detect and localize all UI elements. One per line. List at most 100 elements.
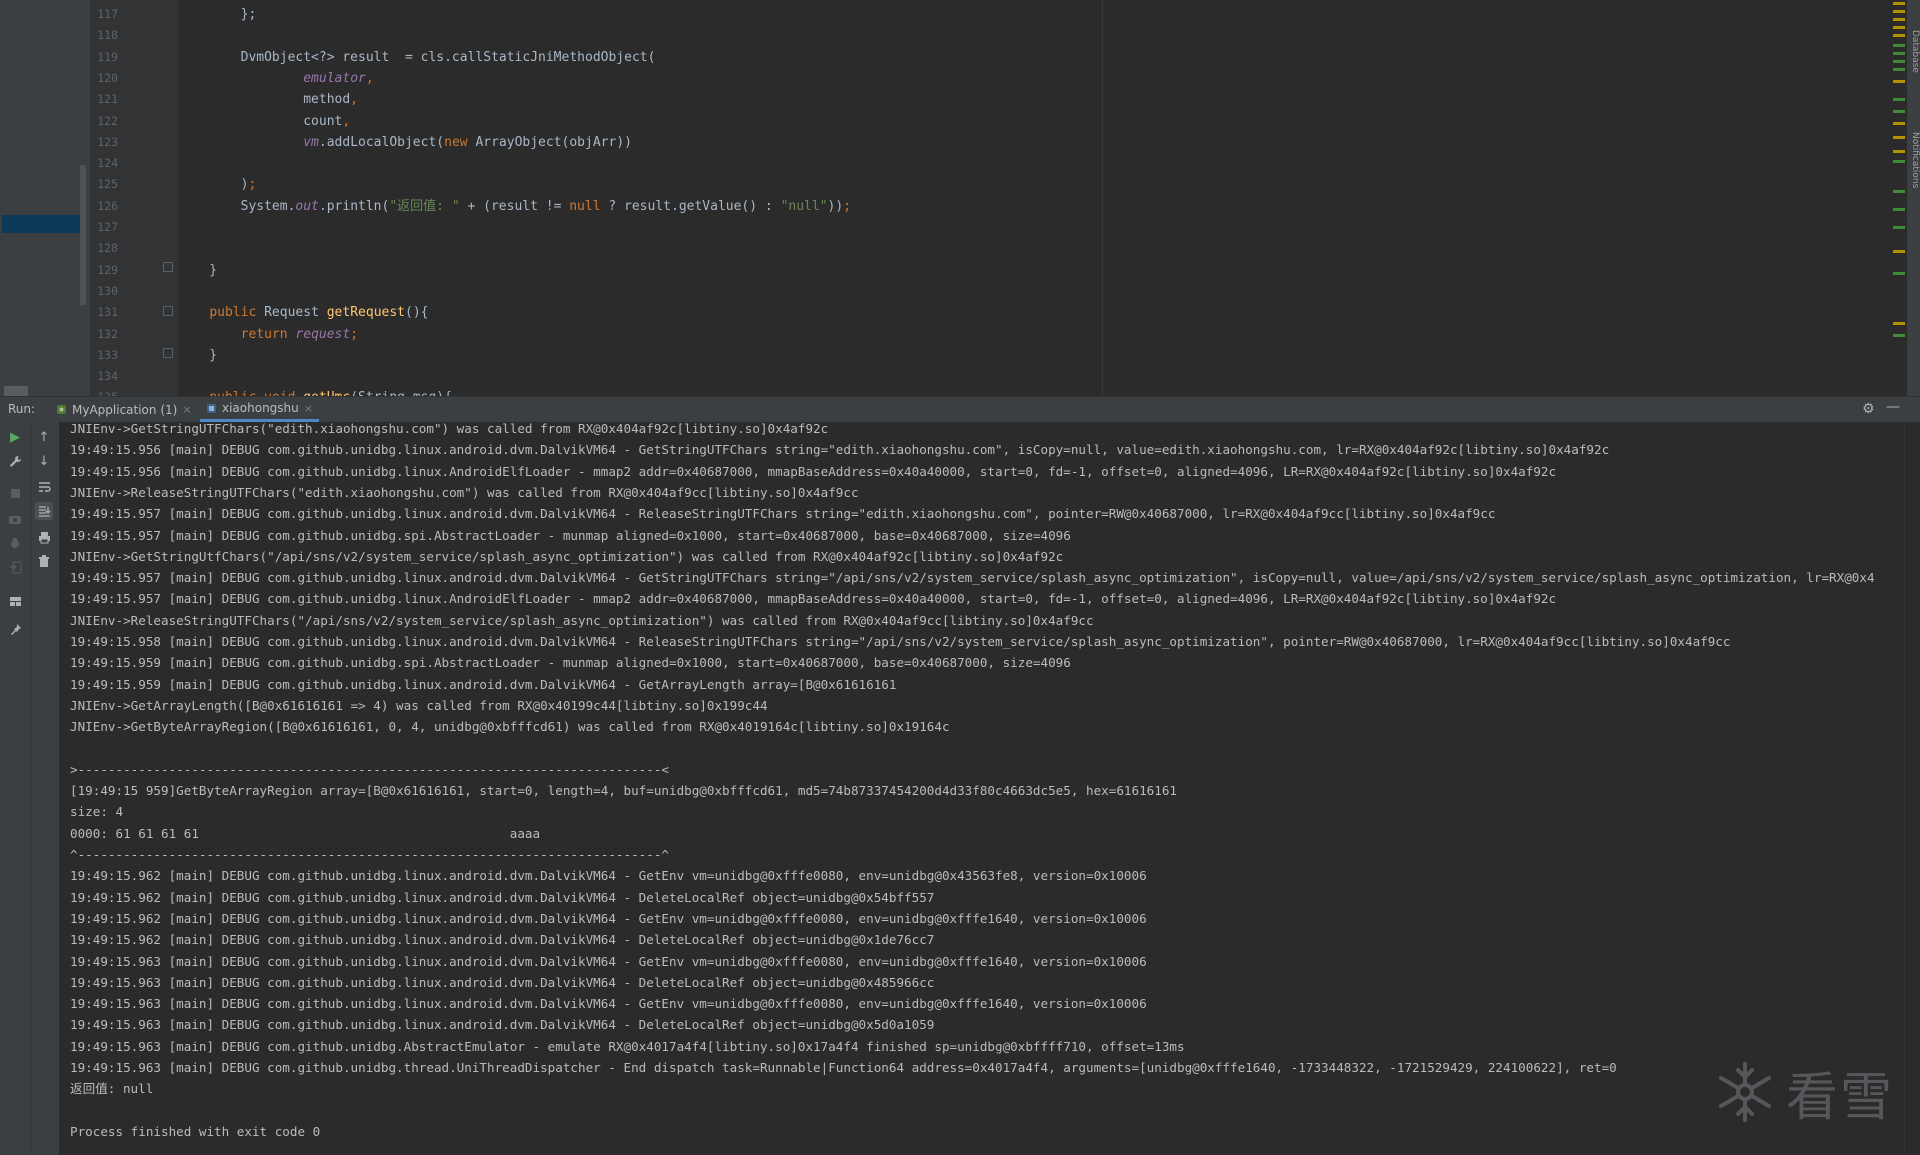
scroll-to-end-icon[interactable] <box>35 502 53 520</box>
console-line: 19:49:15.962 [main] DEBUG com.github.uni… <box>70 868 1147 884</box>
console-line: 19:49:15.956 [main] DEBUG com.github.uni… <box>70 442 1610 458</box>
code-token: return <box>240 326 296 342</box>
stop-icon[interactable] <box>6 484 24 502</box>
line-number: 125 <box>97 177 118 192</box>
code-token: } <box>178 347 218 363</box>
line-number: 121 <box>97 92 118 107</box>
line-number: 118 <box>97 28 118 43</box>
arrow-up-icon[interactable]: ↑ <box>35 428 53 446</box>
console-line: JNIEnv->GetArrayLength([B@0x61616161 => … <box>70 697 768 713</box>
code-line[interactable]: emulator, <box>178 68 373 89</box>
line-number: 130 <box>97 283 118 298</box>
trash-icon[interactable] <box>35 552 53 570</box>
line-number: 124 <box>97 156 118 171</box>
line-number: 134 <box>97 369 118 384</box>
line-number: 131 <box>97 305 118 320</box>
code-token: DvmObject<?> result = cls.callStaticJniM… <box>178 49 656 65</box>
structure-scroll-thumb[interactable] <box>4 386 28 396</box>
tab-xiaohongshu[interactable]: xiaohongshu × <box>200 397 319 422</box>
database-tool-tab[interactable]: Database <box>1907 30 1920 73</box>
code-line[interactable]: public void getUmc(String msg){ <box>178 387 452 396</box>
line-number: 132 <box>97 326 118 341</box>
code-line[interactable]: return request; <box>178 324 358 345</box>
minimize-icon[interactable]: — <box>1886 399 1900 415</box>
console-line: JNIEnv->ReleaseStringUTFChars("edith.xia… <box>70 484 859 500</box>
code-token: } <box>178 262 218 278</box>
code-line[interactable]: }; <box>178 4 257 25</box>
code-line[interactable]: DvmObject<?> result = cls.callStaticJniM… <box>178 47 656 68</box>
wrench-icon[interactable] <box>6 452 24 470</box>
line-number: 127 <box>97 220 118 234</box>
console-output[interactable]: JNIEnv->GetStringUTFChars("edith.xiaohon… <box>60 422 1904 1155</box>
code-token: ; <box>843 198 852 214</box>
code-token: request <box>295 326 351 342</box>
code-token: System. <box>178 198 296 214</box>
console-line: 0000: 61 61 61 61 aaaa <box>70 825 541 841</box>
fold-marker[interactable] <box>163 306 173 316</box>
code-line[interactable]: count, <box>178 111 350 132</box>
console-line: 19:49:15.963 [main] DEBUG com.github.uni… <box>70 1060 1617 1075</box>
close-icon[interactable]: × <box>182 403 191 416</box>
pin-icon[interactable] <box>6 620 24 638</box>
code-line[interactable]: ); <box>178 174 257 195</box>
console-line: 19:49:15.963 [main] DEBUG com.github.uni… <box>70 996 1147 1012</box>
console-line: 返回值: null <box>70 1081 154 1097</box>
watermark-text: 看雪 <box>1786 1067 1895 1128</box>
console-line: 19:49:15.963 [main] DEBUG com.github.uni… <box>70 1038 1185 1054</box>
code-token: ; <box>350 326 359 342</box>
fold-marker[interactable] <box>163 262 173 272</box>
code-editor[interactable]: 117 118 119 120 121 122 123 124 125 126 127 128 129 1… <box>0 0 1920 396</box>
kanxue-watermark: 看雪 <box>1712 1055 1912 1129</box>
layout-icon[interactable] <box>6 592 24 610</box>
line-number: 135 <box>90 387 118 396</box>
code-line[interactable]: method, <box>178 89 358 110</box>
login-icon[interactable] <box>6 558 24 576</box>
console-scrollbar[interactable] <box>1904 422 1920 1155</box>
code-token: .addLocalObject( <box>318 134 445 150</box>
code-line[interactable]: public Request getRequest(){ <box>178 302 428 323</box>
console-line: 19:49:15.958 [main] DEBUG com.github.uni… <box>70 634 1731 649</box>
run-icon[interactable]: ▶ <box>6 428 24 446</box>
line-number: 133 <box>97 347 118 362</box>
gear-icon[interactable]: ⚙ <box>1862 401 1875 417</box>
console-line: ^---------------------------------------… <box>70 847 669 862</box>
tab-label: MyApplication (1) <box>72 402 178 417</box>
arrow-down-icon[interactable]: ↓ <box>35 452 53 470</box>
debug-icon[interactable] <box>6 534 24 552</box>
console-line: JNIEnv->GetByteArrayRegion([B@0x61616161… <box>70 719 950 735</box>
console-line: >---------------------------------------… <box>70 761 669 777</box>
close-icon[interactable]: × <box>304 402 313 415</box>
console-line: 19:49:15.957 [main] DEBUG com.github.uni… <box>70 570 1875 586</box>
snowflake-icon <box>1719 1062 1771 1122</box>
code-line[interactable]: } <box>178 345 217 366</box>
code-token: "null" <box>780 198 828 214</box>
line-number: 129 <box>97 262 118 277</box>
print-icon[interactable] <box>35 528 53 546</box>
notifications-tool-tab[interactable]: Notifications <box>1907 132 1920 188</box>
code-token: , <box>350 92 359 108</box>
code-token: }; <box>178 7 257 22</box>
code-token: getRequest <box>326 305 406 321</box>
console-line: 19:49:15.963 [main] DEBUG com.github.uni… <box>70 974 935 990</box>
code-token: , <box>342 113 351 129</box>
console-line: 19:49:15.959 [main] DEBUG com.github.uni… <box>70 655 1071 671</box>
code-token: null <box>569 198 601 214</box>
console-line: 19:49:15.957 [main] DEBUG com.github.uni… <box>70 527 1071 543</box>
selected-structure-item[interactable] <box>2 215 86 233</box>
camera-icon[interactable] <box>6 510 24 528</box>
fold-marker[interactable] <box>163 348 173 358</box>
code-token: "返回值: " <box>389 198 460 214</box>
structure-scrollbar[interactable] <box>80 165 86 305</box>
code-line[interactable]: vm.addLocalObject(new ArrayObject(objArr… <box>178 132 632 153</box>
soft-wrap-icon[interactable] <box>35 478 53 496</box>
line-number: 117 <box>97 7 118 21</box>
project-structure-panel <box>0 0 90 396</box>
tab-myapplication[interactable]: MyApplication (1) × <box>50 397 198 422</box>
console-line: JNIEnv->GetStringUtfChars("/api/sns/v2/s… <box>70 548 1064 564</box>
error-stripe[interactable] <box>1891 0 1907 396</box>
code-line[interactable]: System.out.println("返回值: " + (result != … <box>178 196 851 217</box>
code-line[interactable]: } <box>178 260 217 281</box>
code-token: count <box>178 113 343 129</box>
code-area[interactable]: }; DvmObject<?> result = cls.callStaticJ… <box>178 0 1878 396</box>
